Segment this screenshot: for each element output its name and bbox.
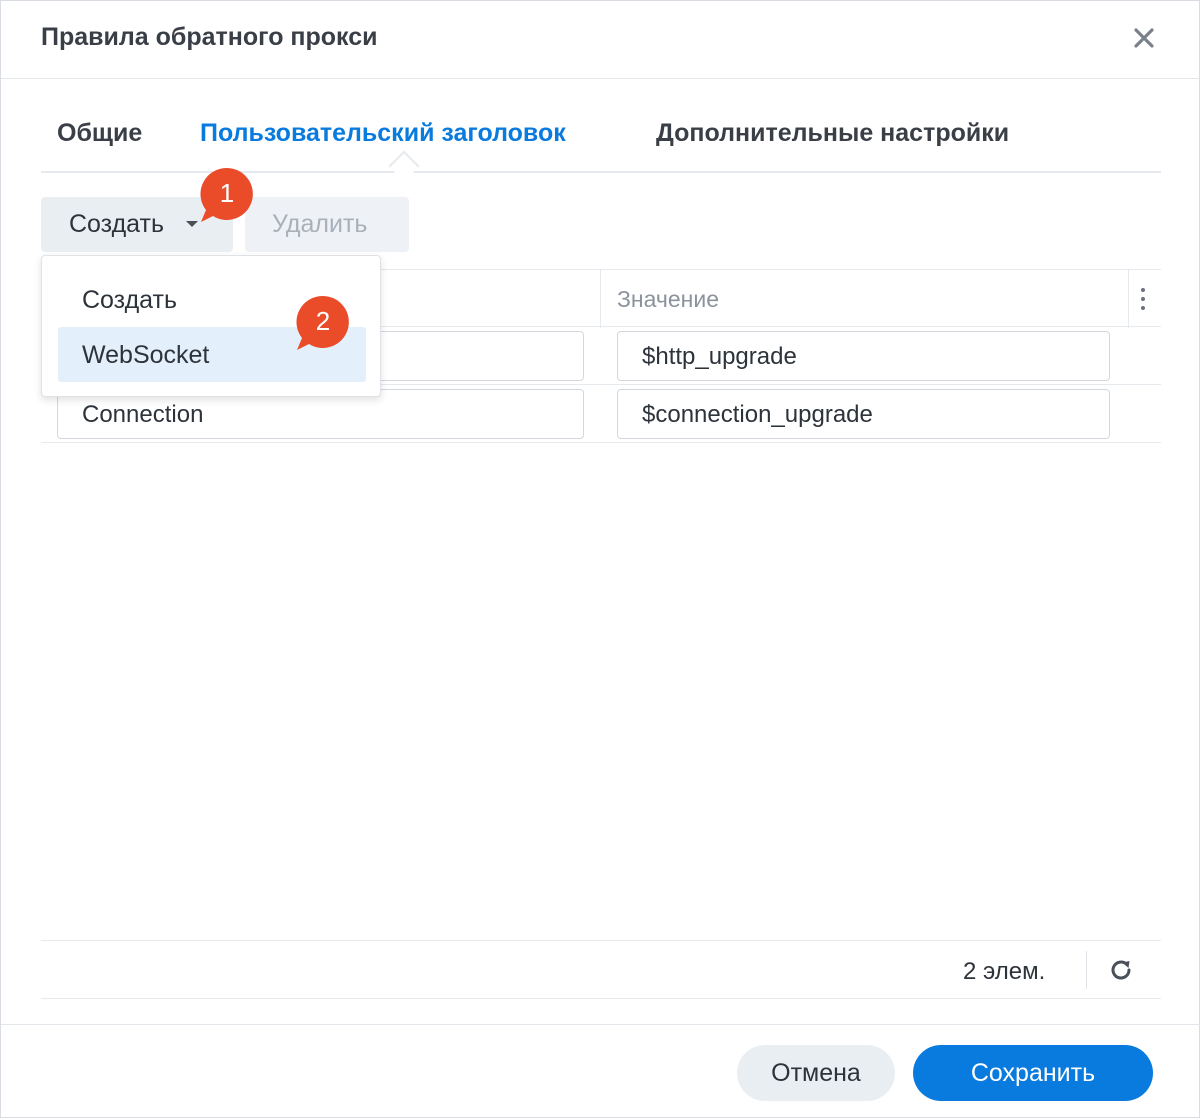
menu-item-label: WebSocket <box>82 341 210 369</box>
tab-custom-header[interactable]: Пользовательский заголовок <box>200 119 566 148</box>
step-badge-number: 2 <box>315 306 331 336</box>
delete-button[interactable]: Удалить <box>245 197 409 252</box>
column-header-value[interactable]: Значение <box>617 286 719 313</box>
save-button-label: Сохранить <box>970 1059 1096 1087</box>
grid-footer: 2 элем. <box>41 940 1161 999</box>
step-badge: 1 <box>199 166 259 226</box>
close-icon[interactable] <box>1129 23 1159 53</box>
step-badge: 2 <box>295 294 355 354</box>
menu-item-label: Создать <box>82 286 178 314</box>
item-count: 2 элем. <box>963 958 1046 985</box>
reverse-proxy-rules-dialog: Правила обратного прокси Общие Пользоват… <box>0 0 1200 1118</box>
header-value-field[interactable]: $connection_upgrade <box>617 389 1110 439</box>
dialog-titlebar: Правила обратного прокси <box>1 1 1200 79</box>
refresh-icon[interactable] <box>1107 956 1135 984</box>
column-divider[interactable] <box>600 270 601 328</box>
delete-button-label: Удалить <box>272 210 368 238</box>
column-divider[interactable] <box>1128 270 1129 328</box>
tab-advanced-settings[interactable]: Дополнительные настройки <box>656 119 1009 148</box>
dialog-footer: Отмена Сохранить <box>1 1024 1200 1118</box>
header-value-field[interactable]: $http_upgrade <box>617 331 1110 381</box>
chevron-down-icon <box>186 221 198 227</box>
step-badge-number: 1 <box>219 178 235 208</box>
create-button-label: Создать <box>69 210 165 238</box>
footer-divider <box>1086 951 1087 989</box>
tab-general[interactable]: Общие <box>57 119 142 148</box>
save-button[interactable]: Сохранить <box>913 1045 1153 1101</box>
cancel-button-label: Отмена <box>771 1059 861 1087</box>
more-options-icon[interactable] <box>1138 286 1148 312</box>
active-tab-indicator <box>388 150 420 182</box>
tab-bar: Общие Пользовательский заголовок Дополни… <box>41 113 1161 182</box>
cancel-button[interactable]: Отмена <box>737 1045 895 1101</box>
dialog-title: Правила обратного прокси <box>41 23 378 51</box>
